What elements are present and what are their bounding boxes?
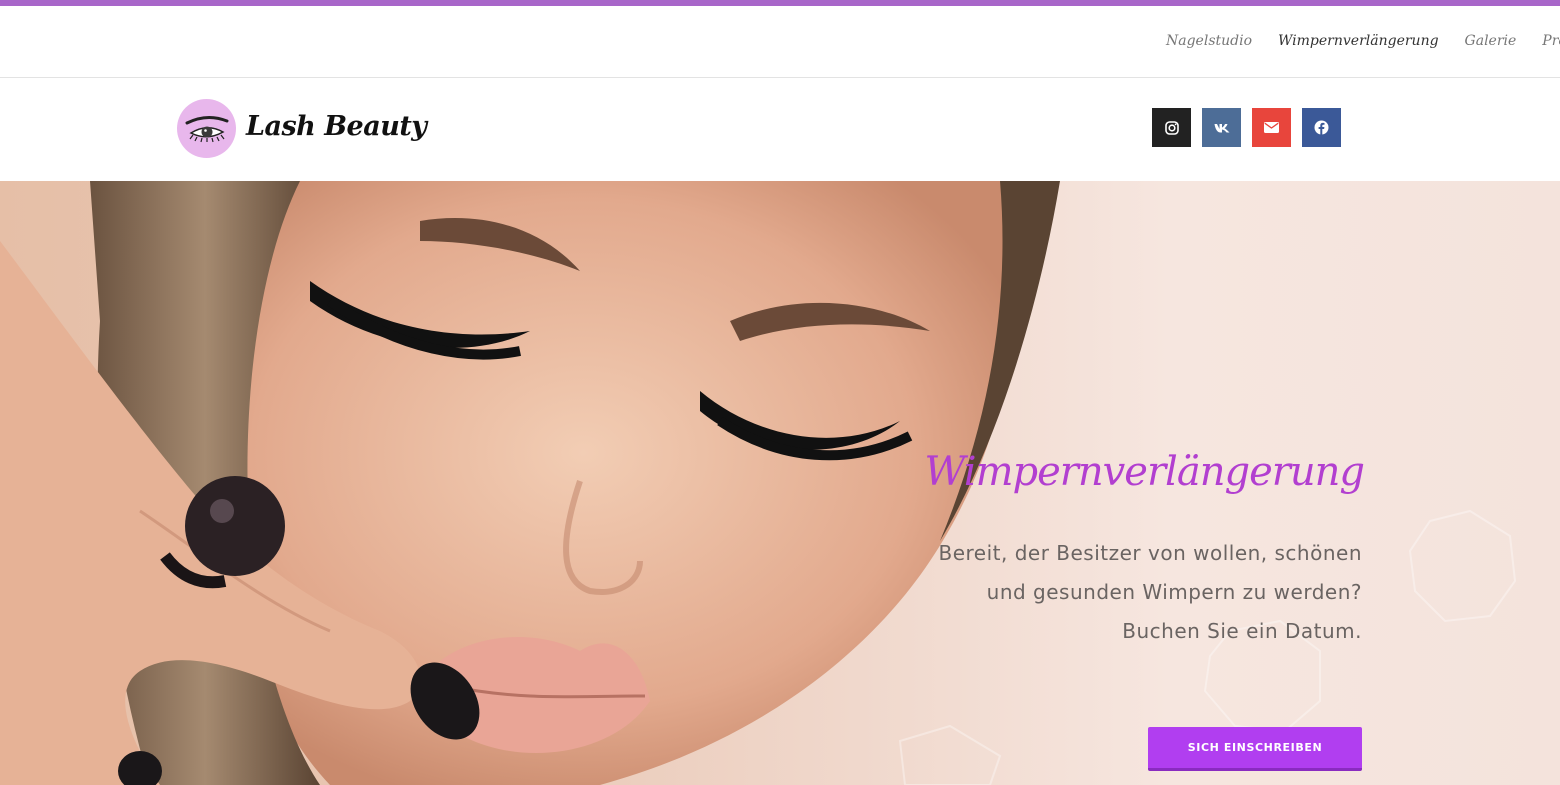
hero-line-3: Buchen Sie ein Datum. — [1122, 619, 1362, 643]
sign-up-button[interactable]: SICH EINSCHREIBEN — [1148, 727, 1362, 771]
hero-title: Wimpernverlängerung — [924, 449, 1365, 495]
hero-banner: Wimpernverlängerung Bereit, der Besitzer… — [0, 181, 1560, 785]
site-header: Lash Beauty — [0, 79, 1560, 181]
logo-eye-icon[interactable] — [177, 99, 236, 158]
mail-icon[interactable] — [1252, 108, 1291, 147]
facebook-icon[interactable] — [1302, 108, 1341, 147]
instagram-icon[interactable] — [1152, 108, 1191, 147]
hero-line-2: und gesunden Wimpern zu werden? — [986, 580, 1362, 604]
top-nav: Nagelstudio Wimpernverlängerung Galerie … — [0, 6, 1560, 78]
nav-item-wimpernverlaengerung[interactable]: Wimpernverlängerung — [1278, 33, 1439, 49]
nav-item-preise[interactable]: Preise — [1542, 33, 1560, 49]
nav-item-galerie[interactable]: Galerie — [1465, 33, 1517, 49]
logo-text[interactable]: Lash Beauty — [246, 111, 427, 142]
vk-icon[interactable] — [1202, 108, 1241, 147]
nav-menu: Nagelstudio Wimpernverlängerung Galerie … — [1166, 33, 1560, 49]
nav-item-nagelstudio[interactable]: Nagelstudio — [1166, 33, 1252, 49]
hero-description: Bereit, der Besitzer von wollen, schönen… — [902, 534, 1362, 651]
hero-line-1: Bereit, der Besitzer von wollen, schönen — [938, 541, 1362, 565]
